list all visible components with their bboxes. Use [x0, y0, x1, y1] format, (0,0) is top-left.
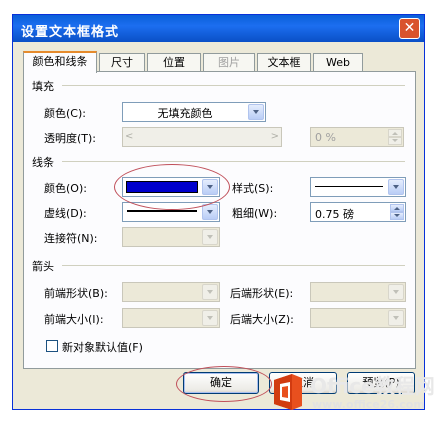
- chevron-down-icon[interactable]: [202, 204, 218, 220]
- line-style-dropdown[interactable]: [310, 177, 406, 197]
- line-style-label: 样式(S):: [232, 182, 274, 195]
- dash-dropdown[interactable]: [122, 202, 220, 222]
- close-button[interactable]: ✕: [399, 18, 420, 39]
- ok-button[interactable]: 确定: [183, 372, 259, 394]
- connector-label: 连接符(N):: [44, 232, 98, 245]
- tab-size[interactable]: 尺寸: [99, 53, 145, 72]
- line-weight-label: 粗细(W):: [232, 207, 278, 220]
- dash-label: 虚线(D):: [44, 207, 87, 220]
- spin-up-icon[interactable]: [388, 129, 402, 137]
- slider-left-arrow-icon: <: [125, 131, 134, 142]
- fill-color-label: 颜色(C):: [44, 107, 86, 120]
- arrows-divider: [62, 265, 405, 266]
- colors-lines-panel: 填充 颜色(C): 无填充颜色 透明度(T): < > 0 % 线条 颜色(O)…: [23, 71, 416, 369]
- spin-up-icon[interactable]: [390, 204, 404, 212]
- chevron-down-icon: [202, 310, 218, 326]
- line-section-label: 线条: [32, 156, 54, 169]
- tab-web[interactable]: Web: [313, 53, 363, 72]
- transparency-label: 透明度(T):: [44, 132, 97, 145]
- tab-position[interactable]: 位置: [147, 53, 201, 72]
- watermark-brand: Office教程网: [310, 374, 435, 398]
- line-weight-value: 0.75 磅: [315, 208, 354, 221]
- transparency-value: 0 %: [315, 131, 336, 144]
- default-for-new-objects-label[interactable]: 新对象默认值(F): [62, 339, 143, 355]
- dialog-title: 设置文本框格式: [21, 25, 120, 40]
- begin-style-label: 前端形状(B):: [44, 287, 108, 300]
- fill-color-value: 无填充颜色: [157, 107, 213, 120]
- end-style-dropdown: [310, 282, 406, 302]
- line-divider: [62, 161, 405, 162]
- watermark: Office教程网 www.office26.com: [270, 368, 435, 422]
- chevron-down-icon: [202, 284, 218, 300]
- fill-section-label: 填充: [32, 80, 54, 93]
- chevron-down-icon[interactable]: [202, 179, 218, 195]
- chevron-down-icon: [388, 310, 404, 326]
- spin-down-icon[interactable]: [388, 137, 402, 145]
- office-logo-icon: [274, 374, 302, 410]
- chevron-down-icon: [202, 229, 218, 245]
- close-icon: ✕: [403, 20, 416, 36]
- begin-size-dropdown: [122, 308, 220, 328]
- format-textbox-dialog: 设置文本框格式 ✕ 颜色和线条 尺寸 位置 图片 文本框 Web 填充 颜色(C…: [12, 14, 425, 410]
- tab-colors-and-lines[interactable]: 颜色和线条: [23, 51, 97, 73]
- tab-picture: 图片: [203, 53, 255, 72]
- default-for-new-objects-checkbox[interactable]: [46, 340, 58, 352]
- fill-color-dropdown[interactable]: 无填充颜色: [122, 102, 266, 122]
- arrows-section-label: 箭头: [32, 260, 54, 273]
- end-size-label: 后端大小(Z):: [230, 313, 294, 326]
- dash-preview: [127, 210, 197, 212]
- transparency-slider[interactable]: < >: [122, 127, 282, 147]
- fill-divider: [62, 85, 405, 86]
- end-size-dropdown: [310, 308, 406, 328]
- title-bar[interactable]: 设置文本框格式 ✕: [13, 15, 424, 42]
- line-color-dropdown[interactable]: [122, 177, 220, 197]
- line-style-preview: [315, 186, 383, 187]
- connector-dropdown: [122, 227, 220, 247]
- watermark-url: www.office26.com: [312, 398, 425, 411]
- chevron-down-icon[interactable]: [388, 179, 404, 195]
- line-color-label: 颜色(O):: [44, 182, 87, 195]
- chevron-down-icon: [388, 284, 404, 300]
- spin-down-icon[interactable]: [390, 212, 404, 220]
- line-color-swatch: [126, 181, 198, 193]
- slider-right-arrow-icon: >: [270, 131, 279, 142]
- chevron-down-icon[interactable]: [248, 104, 264, 120]
- tab-textbox[interactable]: 文本框: [257, 53, 311, 72]
- end-style-label: 后端形状(E):: [230, 287, 294, 300]
- begin-style-dropdown: [122, 282, 220, 302]
- line-weight-spinner[interactable]: 0.75 磅: [310, 202, 406, 222]
- begin-size-label: 前端大小(I):: [44, 313, 104, 326]
- transparency-spinner[interactable]: 0 %: [310, 127, 404, 147]
